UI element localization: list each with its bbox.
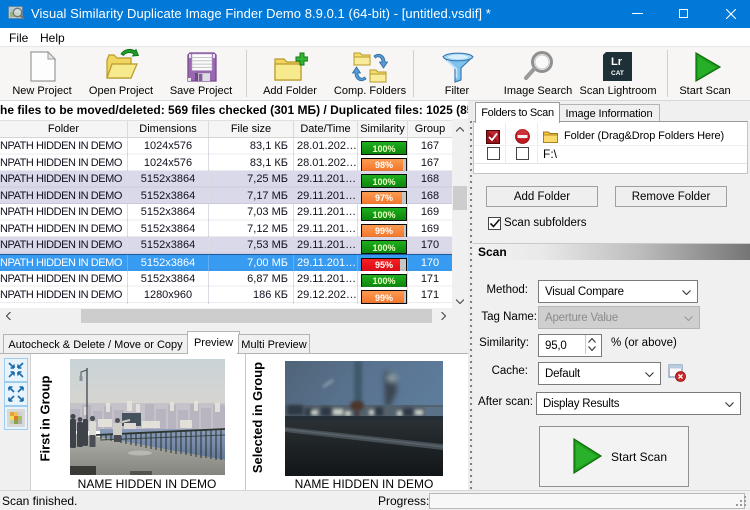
svg-text:Lr: Lr <box>611 56 623 68</box>
svg-text:CAT: CAT <box>611 70 624 77</box>
